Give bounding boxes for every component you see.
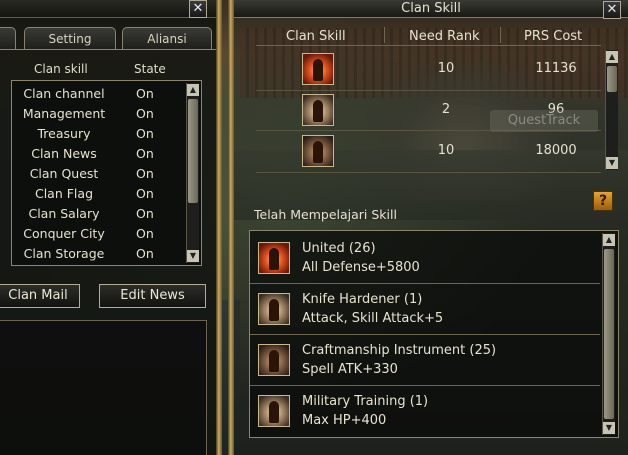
skill-window-close-button[interactable]: ✕ — [603, 1, 621, 19]
skill-row[interactable]: 10 11136 — [256, 50, 601, 88]
clan-window-close-button[interactable]: ✕ — [189, 0, 207, 18]
skill-name: Knife Hardener (1) — [302, 292, 423, 307]
column-divider — [500, 27, 501, 43]
skill-list-scrollbar[interactable]: ▲ ▼ — [605, 50, 618, 170]
crossed-blades-icon — [302, 94, 334, 126]
learned-scrollbar[interactable]: ▲ ▼ — [602, 233, 615, 435]
column-skill: Clan Skill — [286, 29, 346, 44]
setting-name: Clan Salary — [28, 206, 100, 221]
close-icon: ✕ — [606, 2, 618, 17]
fire-warrior-icon — [302, 53, 334, 85]
setting-name: Treasury — [37, 126, 91, 141]
list-item[interactable]: Conquer City On — [12, 224, 182, 244]
window-border — [216, 0, 222, 455]
column-clan-skill: Clan skill — [34, 62, 88, 76]
list-item[interactable]: Military Training (1) Max HP+400 — [250, 386, 600, 437]
setting-name: Conquer City — [23, 226, 105, 241]
setting-name: Clan Flag — [34, 186, 93, 201]
column-prs-cost: PRS Cost — [524, 29, 583, 44]
column-divider — [384, 27, 385, 43]
setting-name: Clan News — [31, 146, 97, 161]
list-item[interactable]: Clan Storage On — [12, 244, 182, 264]
setting-state: On — [136, 146, 154, 161]
setting-state: On — [136, 186, 154, 201]
skill-effect: Max HP+400 — [302, 413, 387, 428]
header-divider — [256, 45, 601, 46]
tab-clan-info[interactable] — [0, 27, 16, 50]
list-item[interactable]: United (26) All Defense+5800 — [250, 233, 600, 284]
setting-name: Clan Storage — [23, 246, 105, 261]
list-item[interactable]: Clan News On — [12, 144, 182, 164]
edit-news-button[interactable]: Edit News — [99, 284, 206, 308]
setting-state: On — [136, 166, 154, 181]
column-state: State — [134, 62, 166, 76]
questtrack-watermark: QuestTrack — [490, 110, 598, 132]
arrow-down-icon[interactable]: ▼ — [606, 157, 618, 169]
tab-aliansi[interactable]: Aliansi — [122, 27, 212, 50]
prs-cost: 18000 — [535, 143, 577, 158]
learned-skills-title: Telah Mempelajari Skill — [254, 207, 397, 222]
list-item[interactable]: Clan Quest On — [12, 164, 182, 184]
arrow-up-icon[interactable]: ▲ — [606, 51, 618, 63]
list-item[interactable]: Knife Hardener (1) Attack, Skill Attack+… — [250, 284, 600, 335]
setting-state: On — [136, 86, 154, 101]
setting-name: Clan Quest — [29, 166, 99, 181]
skill-name: Craftmanship Instrument (25) — [302, 343, 497, 358]
list-item[interactable]: Management On — [12, 104, 182, 124]
arrow-up-icon[interactable]: ▲ — [187, 84, 199, 96]
list-item[interactable]: Clan channel On — [12, 84, 182, 104]
scrollbar-thumb[interactable] — [188, 99, 198, 203]
skill-name: United (26) — [302, 241, 376, 256]
setting-state: On — [136, 206, 154, 221]
scrollbar-thumb[interactable] — [607, 66, 617, 92]
setting-name: Clan channel — [23, 86, 105, 101]
armored-warrior-icon — [258, 344, 290, 376]
tab-divider — [0, 49, 216, 50]
setting-state: On — [136, 246, 154, 261]
scrollbar-thumb[interactable] — [604, 249, 614, 419]
list-item[interactable]: Treasury On — [12, 124, 182, 144]
tab-setting[interactable]: Setting — [24, 27, 116, 50]
soldier-icon — [258, 395, 290, 427]
setting-name: Management — [22, 106, 106, 121]
close-icon: ✕ — [192, 1, 204, 16]
row-divider — [256, 172, 601, 173]
clan-mail-button[interactable]: Clan Mail — [0, 284, 80, 308]
skill-effect: Attack, Skill Attack+5 — [302, 311, 444, 326]
arrow-down-icon[interactable]: ▼ — [603, 422, 615, 434]
crossed-blades-icon — [258, 293, 290, 325]
arrow-down-icon[interactable]: ▼ — [187, 250, 199, 262]
skill-name: Military Training (1) — [302, 394, 429, 409]
settings-scrollbar[interactable]: ▲ ▼ — [186, 83, 199, 263]
arrow-up-icon[interactable]: ▲ — [603, 234, 615, 246]
need-rank: 2 — [441, 102, 451, 117]
skill-effect: Spell ATK+330 — [302, 362, 398, 377]
armored-warrior-icon — [302, 135, 334, 167]
learned-skills-list: United (26) All Defense+5800 Knife Harde… — [249, 230, 619, 438]
clan-settings-list: Clan channel On Management On Treasury O… — [11, 80, 202, 266]
clan-window-titlebar — [0, 0, 216, 18]
setting-state: On — [136, 106, 154, 121]
clan-news-box — [0, 320, 207, 455]
prs-cost: 11136 — [535, 61, 577, 76]
need-rank: 10 — [437, 143, 455, 158]
skill-effect: All Defense+5800 — [302, 260, 420, 275]
list-item[interactable]: Clan Salary On — [12, 204, 182, 224]
setting-state: On — [136, 126, 154, 141]
clan-skill-title: Clan Skill — [234, 0, 628, 18]
fire-warrior-icon — [258, 242, 290, 274]
setting-state: On — [136, 226, 154, 241]
list-item[interactable]: Clan Flag On — [12, 184, 182, 204]
need-rank: 10 — [437, 61, 455, 76]
skill-row[interactable]: 10 18000 — [256, 132, 601, 170]
list-item[interactable]: Craftmanship Instrument (25) Spell ATK+3… — [250, 335, 600, 386]
help-button[interactable]: ? — [593, 191, 613, 211]
column-need-rank: Need Rank — [409, 29, 480, 44]
